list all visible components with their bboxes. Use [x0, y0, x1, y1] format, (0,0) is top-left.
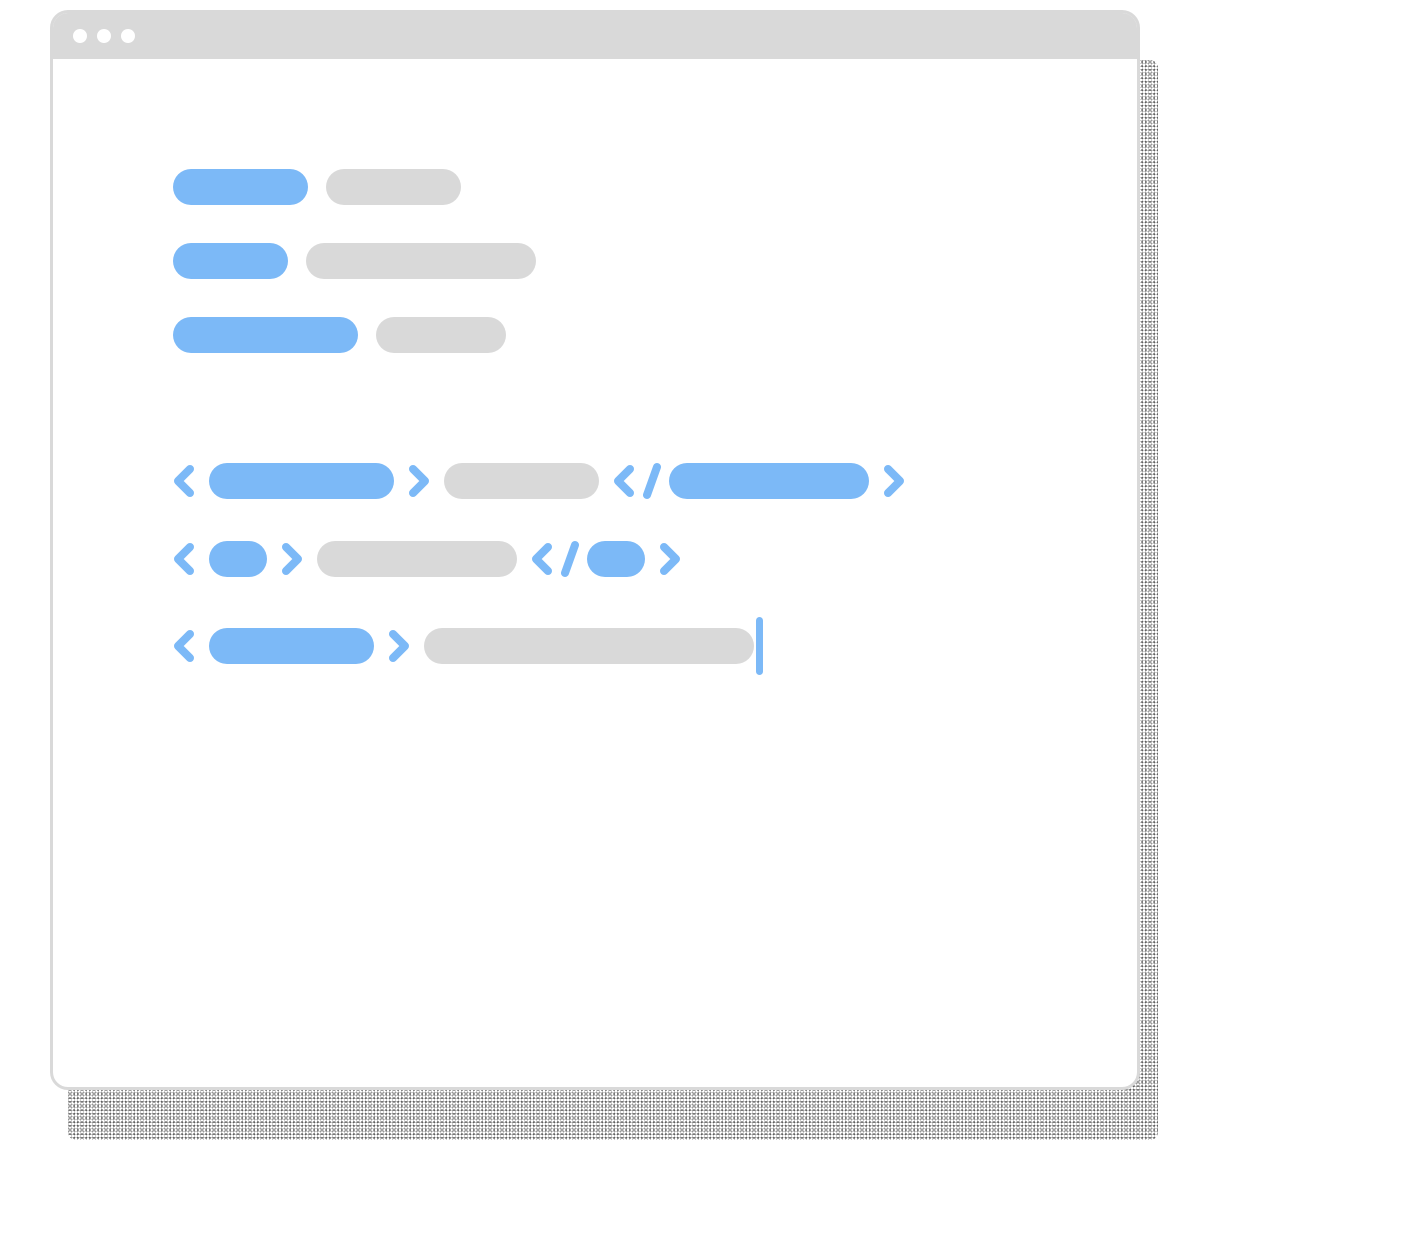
identifier-token	[326, 169, 461, 205]
identifier-token	[306, 243, 536, 279]
tag-token	[209, 541, 267, 577]
editor-window	[50, 10, 1140, 1090]
code-line	[173, 317, 1137, 353]
code-line	[173, 539, 1137, 579]
keyword-token	[173, 317, 358, 353]
slash-icon	[561, 539, 579, 579]
code-line	[173, 461, 1137, 501]
angle-close-icon	[388, 626, 410, 666]
angle-close-icon	[408, 461, 430, 501]
code-line	[173, 243, 1137, 279]
slash-icon	[643, 461, 661, 501]
code-line	[173, 617, 1137, 675]
editor-content[interactable]	[53, 59, 1137, 675]
angle-open-icon	[173, 539, 195, 579]
text-cursor-icon	[756, 617, 763, 675]
angle-open-icon	[613, 461, 635, 501]
tag-token	[209, 628, 374, 664]
window-titlebar	[53, 13, 1137, 59]
minimize-icon[interactable]	[97, 29, 111, 43]
tag-token	[587, 541, 645, 577]
keyword-token	[173, 243, 288, 279]
keyword-token	[173, 169, 308, 205]
angle-close-icon	[659, 539, 681, 579]
content-token	[317, 541, 517, 577]
identifier-token	[376, 317, 506, 353]
code-line	[173, 169, 1137, 205]
angle-close-icon	[281, 539, 303, 579]
maximize-icon[interactable]	[121, 29, 135, 43]
content-token	[444, 463, 599, 499]
angle-open-icon	[531, 539, 553, 579]
content-token	[424, 628, 754, 664]
close-icon[interactable]	[73, 29, 87, 43]
tag-token	[669, 463, 869, 499]
angle-close-icon	[883, 461, 905, 501]
angle-open-icon	[173, 461, 195, 501]
tag-token	[209, 463, 394, 499]
angle-open-icon	[173, 626, 195, 666]
